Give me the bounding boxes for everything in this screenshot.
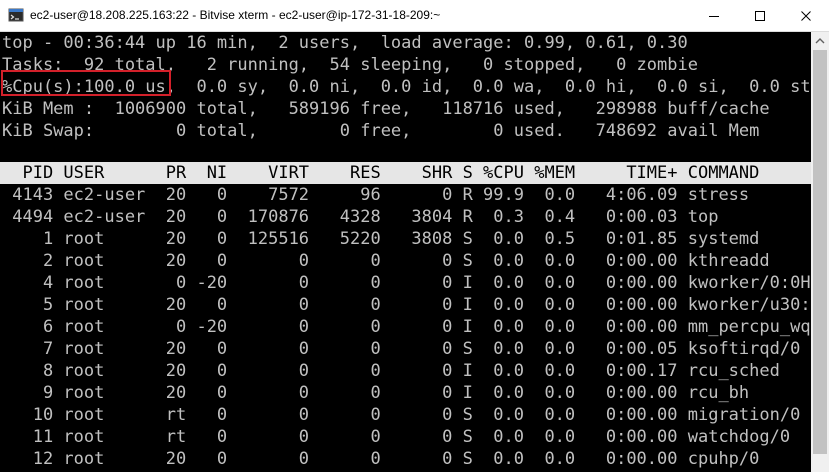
xterm-window: ec2-user@18.208.225.163:22 - Bitvise xte…: [0, 0, 829, 472]
process-row: 4494 ec2-user 20 0 170876 4328 3804 R 0.…: [2, 207, 719, 227]
process-row: 9 root 20 0 0 0 0 I 0.0 0.0 0:00.00 rcu_…: [2, 383, 750, 403]
process-row: 8 root 20 0 0 0 0 I 0.0 0.0 0:00.17 rcu_…: [2, 361, 780, 381]
process-row: 10 root rt 0 0 0 0 S 0.0 0.0 0:00.00 mig…: [2, 405, 801, 425]
scroll-up-button[interactable]: [811, 32, 829, 50]
title-bar[interactable]: ec2-user@18.208.225.163:22 - Bitvise xte…: [0, 0, 829, 32]
minimize-icon: [709, 15, 719, 17]
process-row: 2 root 20 0 0 0 0 S 0.0 0.0 0:00.00 kthr…: [2, 251, 770, 271]
process-row: 1 root 20 0 125516 5220 3808 S 0.0 0.5 0…: [2, 229, 760, 249]
minimize-button[interactable]: [691, 0, 737, 31]
terminal-app-icon: [8, 8, 24, 22]
terminal-area[interactable]: top - 00:36:44 up 16 min, 2 users, load …: [0, 32, 811, 472]
process-row: 11 root rt 0 0 0 0 S 0.0 0.0 0:00.00 wat…: [2, 427, 791, 447]
top-uptime-line: top - 00:36:44 up 16 min, 2 users, load …: [2, 33, 688, 53]
scrollbar-thumb[interactable]: [813, 50, 827, 454]
maximize-button[interactable]: [737, 0, 783, 31]
window-title: ec2-user@18.208.225.163:22 - Bitvise xte…: [30, 8, 441, 22]
vertical-scrollbar[interactable]: [811, 32, 829, 472]
mem-line: KiB Mem : 1006900 total, 589196 free, 11…: [2, 99, 770, 119]
process-row: 7 root 20 0 0 0 0 S 0.0 0.0 0:00.05 ksof…: [2, 339, 801, 359]
process-row: 5 root 20 0 0 0 0 I 0.0 0.0 0:00.00 kwor…: [2, 295, 811, 315]
process-row: 4143 ec2-user 20 0 7572 96 0 R 99.9 0.0 …: [2, 185, 750, 205]
maximize-icon: [755, 10, 765, 21]
swap-line: KiB Swap: 0 total, 0 free, 0 used. 74869…: [2, 121, 760, 141]
close-icon: [801, 10, 811, 21]
process-table-header-text: PID USER PR NI VIRT RES SHR S %CPU %MEM …: [2, 163, 760, 183]
process-row: 4 root 0 -20 0 0 0 I 0.0 0.0 0:00.00 kwo…: [2, 273, 811, 293]
process-row: 12 root 20 0 0 0 0 S 0.0 0.0 0:00.00 cpu…: [2, 449, 760, 469]
chevron-up-icon: [815, 38, 825, 44]
process-row: 6 root 0 -20 0 0 0 I 0.0 0.0 0:00.00 mm_…: [2, 317, 811, 337]
process-table-header: PID USER PR NI VIRT RES SHR S %CPU %MEM …: [0, 162, 811, 184]
cpu-usage-highlight-box: [1, 70, 171, 96]
close-button[interactable]: [783, 0, 829, 31]
